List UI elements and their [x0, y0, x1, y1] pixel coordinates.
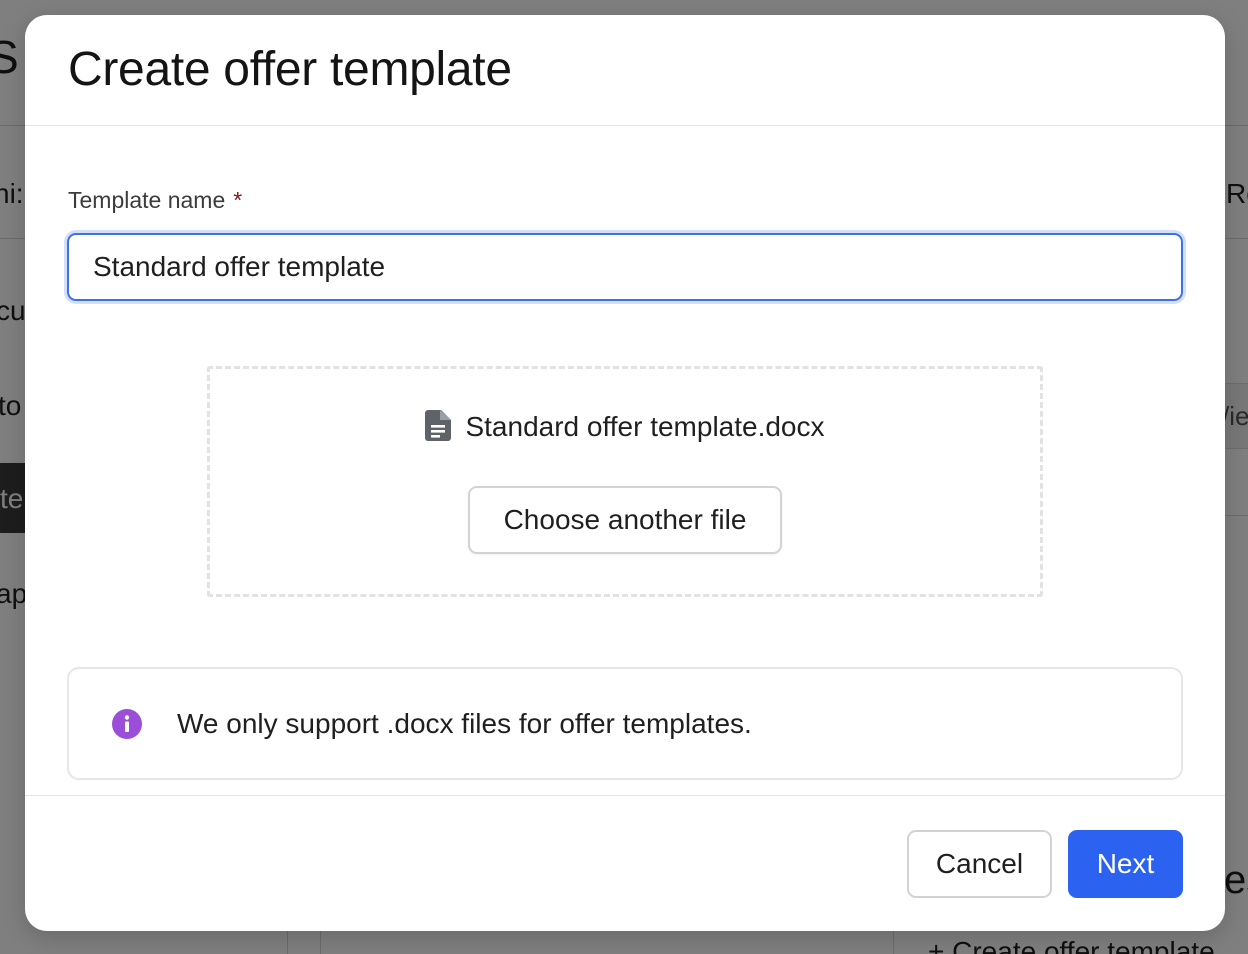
dialog-body: Template name * Standard offer template.d…	[25, 127, 1225, 795]
dialog-title: Create offer template	[68, 42, 512, 96]
template-name-label-text: Template name	[68, 187, 226, 213]
next-button[interactable]: Next	[1068, 830, 1183, 898]
dialog-footer: Cancel Next	[25, 795, 1225, 931]
info-banner: We only support .docx files for offer te…	[67, 667, 1183, 780]
template-name-label: Template name *	[68, 189, 242, 212]
info-icon	[112, 708, 142, 739]
selected-file: Standard offer template.docx	[210, 409, 1040, 442]
cancel-button[interactable]: Cancel	[907, 830, 1052, 898]
create-offer-template-dialog: Create offer template Template name * Sta…	[25, 15, 1225, 931]
template-name-input[interactable]	[67, 233, 1183, 301]
selected-file-name: Standard offer template.docx	[465, 411, 825, 442]
file-dropzone[interactable]: Standard offer template.docx Choose anot…	[207, 366, 1043, 597]
info-message: We only support .docx files for offer te…	[177, 707, 752, 739]
document-icon	[425, 409, 452, 441]
required-indicator: *	[233, 187, 243, 213]
dialog-header: Create offer template	[25, 15, 1225, 126]
choose-another-file-button[interactable]: Choose another file	[468, 486, 782, 554]
